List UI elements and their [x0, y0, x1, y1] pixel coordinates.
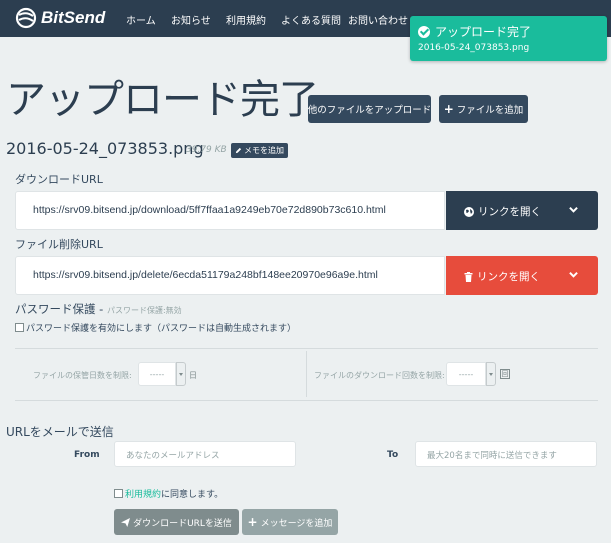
downloads-limit-label: ファイルのダウンロード回数を制限:: [314, 371, 445, 380]
delete-url-field[interactable]: https://srv09.bitsend.jp/delete/6ecda511…: [15, 256, 445, 295]
terms-link[interactable]: 利用規約: [125, 487, 161, 500]
password-checkbox-label: パスワード保護を有効にします（パスワードは自動生成されます）: [26, 324, 297, 334]
add-memo-label: メモを追加: [244, 146, 284, 155]
days-dropdown-caret-icon[interactable]: [176, 362, 186, 386]
globe-icon: [464, 206, 474, 217]
downloads-limit-select[interactable]: -----: [446, 362, 486, 386]
download-url-field[interactable]: https://srv09.bitsend.jp/download/5ff7ff…: [15, 191, 445, 230]
plus-icon: +: [443, 102, 454, 116]
add-message-button[interactable]: + メッセージを追加: [242, 509, 338, 535]
from-label: From: [74, 450, 100, 460]
email-section-title: URLをメールで送信: [6, 425, 114, 439]
upload-other-button[interactable]: 他のファイルをアップロード: [308, 95, 431, 123]
add-memo-button[interactable]: メモを追加: [231, 143, 288, 158]
password-section: パスワード保護 - パスワード保護:無効: [15, 301, 182, 317]
brand-name: BitSend: [41, 8, 106, 27]
page-title: アップロード完了: [6, 77, 319, 123]
nav-terms[interactable]: 利用規約: [226, 12, 266, 27]
chevron-down-icon: [569, 206, 578, 213]
file-name: 2016-05-24_073853.png: [6, 139, 204, 158]
bitsend-logo-icon: [15, 7, 37, 29]
nav-contact[interactable]: お問い合わせ: [348, 12, 408, 27]
open-download-label: リンクを開く: [478, 206, 541, 218]
plus-icon: +: [247, 515, 258, 529]
open-delete-label: リンクを開く: [477, 271, 540, 283]
chevron-down-icon: [569, 271, 578, 278]
upload-other-label: 他のファイルをアップロード: [307, 105, 432, 116]
open-delete-link-button[interactable]: リンクを開く: [446, 256, 598, 295]
nav-faq[interactable]: よくある質問: [281, 12, 341, 27]
days-unit: 日: [189, 371, 197, 380]
nav-home[interactable]: ホーム: [126, 12, 156, 27]
paper-plane-icon: [121, 517, 131, 527]
terms-checkbox[interactable]: [114, 489, 123, 498]
days-limit-select[interactable]: -----: [138, 362, 176, 386]
from-email-input[interactable]: あなたのメールアドレス: [114, 441, 296, 467]
to-label: To: [387, 450, 399, 460]
add-file-label: ファイルを追加: [456, 105, 524, 116]
downloads-dropdown-caret-icon[interactable]: [486, 362, 496, 386]
toast-title-row: アップロード完了: [418, 23, 531, 40]
delete-url-label: ファイル削除URL: [15, 238, 103, 251]
send-url-button[interactable]: ダウンロードURLを送信: [114, 509, 239, 535]
divider: [15, 348, 598, 349]
file-size: 39.79 KB: [186, 145, 227, 155]
to-email-input[interactable]: 最大20名まで同時に送信できます: [415, 441, 597, 467]
open-download-link-button[interactable]: リンクを開く: [446, 191, 598, 230]
trash-icon: [464, 271, 473, 282]
terms-agree-row[interactable]: 利用規約 に同意します。: [114, 487, 223, 500]
password-status: パスワード保護:無効: [106, 306, 182, 315]
toast-title: アップロード完了: [435, 25, 532, 39]
open-delete-label-row: リンクを開く: [464, 269, 540, 284]
brand-logo[interactable]: BitSend: [15, 7, 105, 29]
add-file-button[interactable]: + ファイルを追加: [439, 95, 528, 123]
send-url-label: ダウンロードURLを送信: [133, 518, 232, 529]
pencil-icon: [235, 147, 242, 154]
terms-suffix: に同意します。: [161, 490, 224, 500]
open-download-label-row: リンクを開く: [464, 204, 541, 219]
toast-filename: 2016-05-24_073853.png: [418, 43, 530, 53]
divider: [15, 400, 598, 401]
nav-news[interactable]: お知らせ: [171, 12, 211, 27]
add-message-label: メッセージを追加: [260, 518, 333, 529]
password-enable-row[interactable]: パスワード保護を有効にします（パスワードは自動生成されます）: [15, 321, 296, 334]
downloads-unit: 回: [500, 369, 510, 379]
password-label: パスワード保護 -: [15, 302, 104, 316]
password-checkbox[interactable]: [15, 323, 24, 332]
check-circle-icon: [418, 25, 430, 38]
divider-vertical: [306, 351, 307, 397]
days-limit-label: ファイルの保管日数を制限:: [33, 371, 132, 380]
upload-complete-toast[interactable]: アップロード完了 2016-05-24_073853.png: [410, 16, 607, 61]
download-url-label: ダウンロードURL: [15, 173, 103, 186]
